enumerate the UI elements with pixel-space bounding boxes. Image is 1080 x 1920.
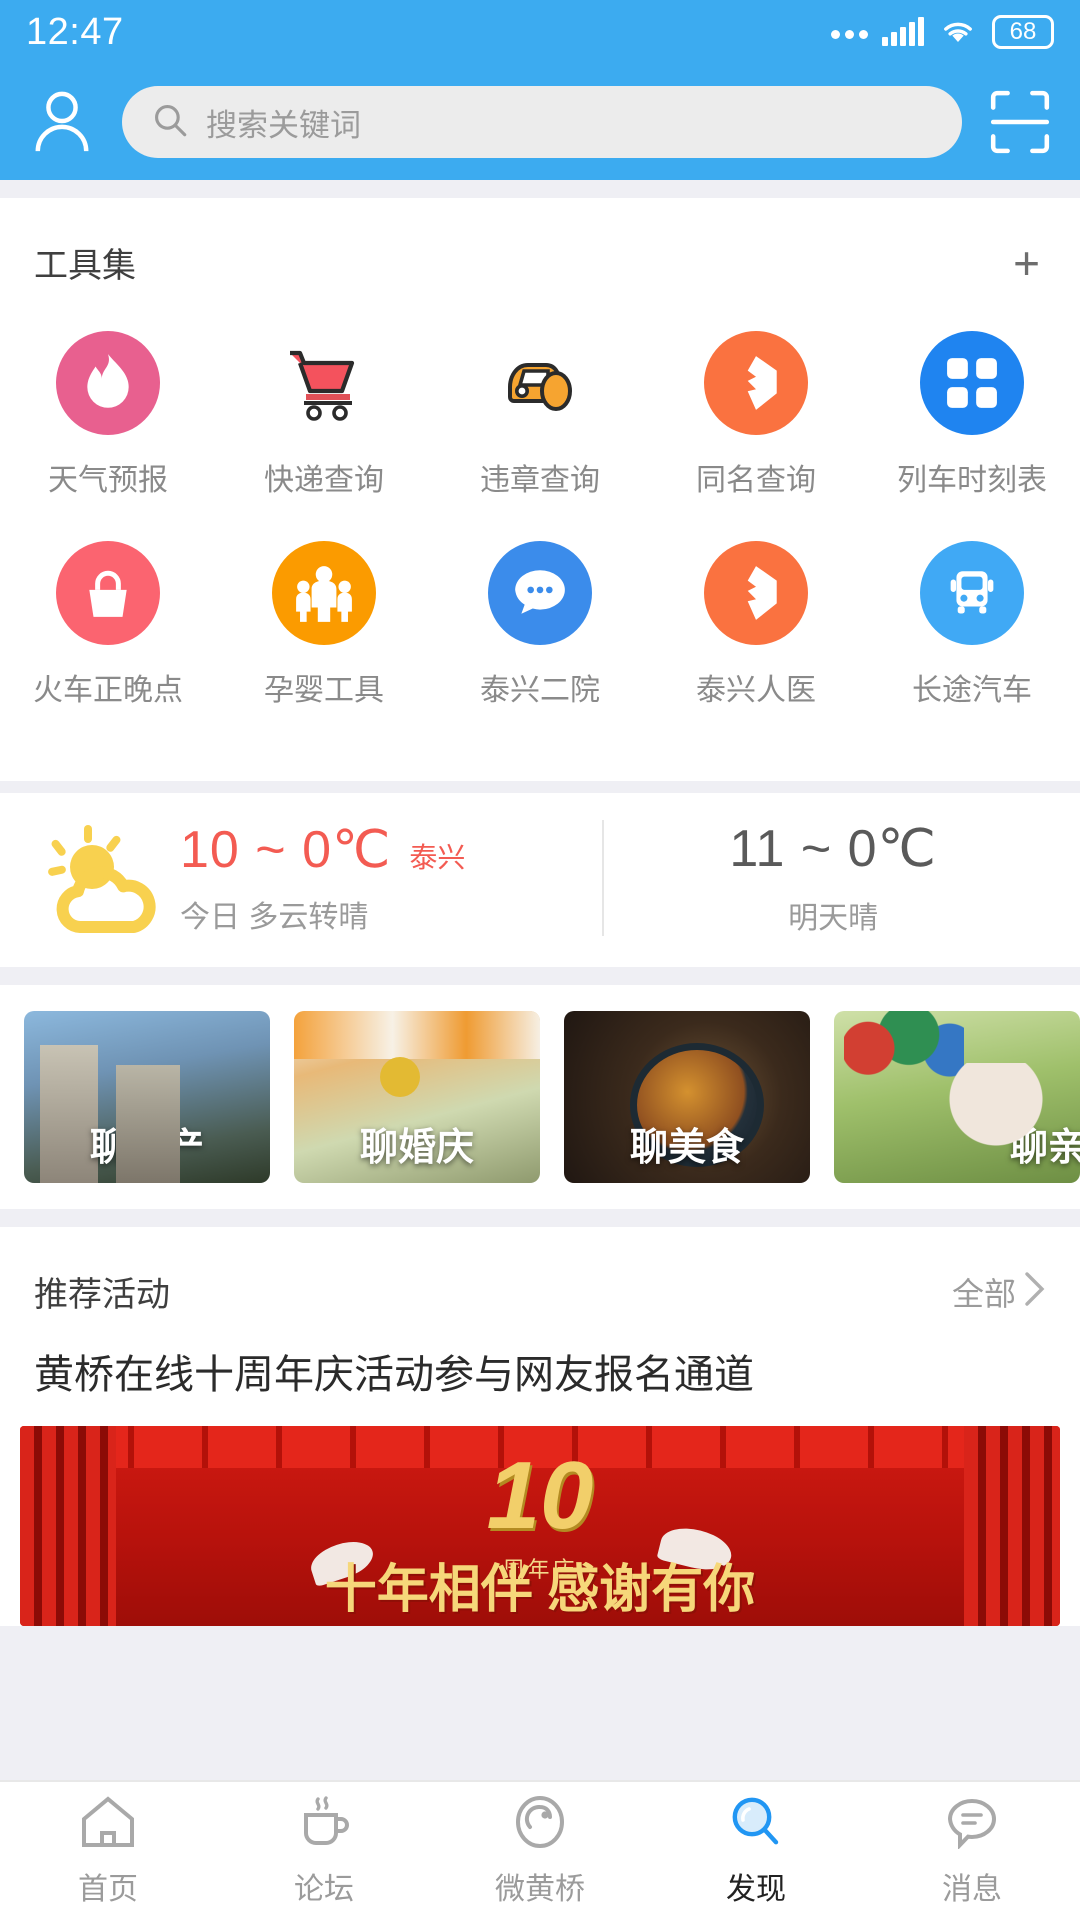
person-icon[interactable] <box>24 84 100 160</box>
grid-blocks-icon <box>920 331 1024 435</box>
tab-label: 发现 <box>726 1872 786 1906</box>
featured-activity-banner[interactable]: 10 周年庆 十年相伴 感谢有你 <box>20 1426 1060 1626</box>
tool-item-express[interactable]: 快递查询 <box>216 331 432 499</box>
toolset-header: 工具集 + <box>0 198 1080 305</box>
tool-item-train-schedule[interactable]: 列车时刻表 <box>864 331 1080 499</box>
scan-icon[interactable] <box>984 84 1056 160</box>
coffee-cup-icon <box>296 1795 352 1854</box>
bottom-tab-bar: 首页 论坛 微黄桥 发现 消息 <box>0 1780 1080 1920</box>
tab-label: 消息 <box>942 1872 1002 1906</box>
bolt-tag-icon <box>704 331 808 435</box>
cellular-signal-icon <box>882 17 924 46</box>
tool-item-weather[interactable]: 天气预报 <box>0 331 216 499</box>
circle-swirl-icon <box>512 1795 568 1854</box>
banner-headline: 十年相伴 感谢有你 <box>324 1561 756 1619</box>
banner-left-curtain-decor <box>20 1426 116 1626</box>
chat-card-strip[interactable]: 聊房产 聊婚庆 聊美食 聊亲 <box>0 985 1080 1209</box>
chat-card-label: 聊亲 <box>1009 1127 1080 1169</box>
status-indicators: 68 <box>831 15 1054 50</box>
chat-card-label: 聊美食 <box>629 1127 745 1169</box>
tool-item-train-delay[interactable]: 火车正晚点 <box>0 541 216 709</box>
chat-card[interactable]: 聊婚庆 <box>294 1011 540 1183</box>
tool-item-coach-bus[interactable]: 长途汽车 <box>864 541 1080 709</box>
section-divider <box>0 180 1080 198</box>
tool-label: 火车正晚点 <box>33 674 183 707</box>
search-input[interactable]: 搜索关键词 <box>122 86 962 158</box>
tab-label: 首页 <box>78 1872 138 1906</box>
banner-anniversary-number: 10 <box>486 1442 594 1549</box>
banner-right-curtain-decor <box>964 1426 1060 1626</box>
section-divider <box>0 967 1080 985</box>
tool-label: 天气预报 <box>48 464 168 497</box>
weather-tomorrow[interactable]: 11 ~ 0℃ 明天晴 <box>604 819 1062 937</box>
more-dots-icon <box>831 25 868 39</box>
status-time: 12:47 <box>26 10 124 53</box>
toolset-grid: 天气预报 快递查询 违章查询 同名查询 列车时刻表 火车正晚点 孕婴工具 泰兴二… <box>0 305 1080 781</box>
shopping-cart-icon <box>272 331 376 435</box>
tool-item-violation[interactable]: 违章查询 <box>432 331 648 499</box>
add-tool-button[interactable]: + <box>1013 240 1046 286</box>
featured-activity-title[interactable]: 黄桥在线十周年庆活动参与网友报名通道 <box>0 1334 1080 1426</box>
chat-card-label: 聊婚庆 <box>359 1127 475 1169</box>
tool-label: 孕婴工具 <box>264 674 384 707</box>
message-bubble-icon <box>944 1795 1000 1854</box>
battery-icon: 68 <box>992 15 1054 49</box>
tool-label: 列车时刻表 <box>897 464 1047 497</box>
search-icon <box>152 102 188 143</box>
tomorrow-temperature: 11 ~ 0℃ <box>729 820 937 878</box>
basket-icon <box>56 541 160 645</box>
tab-messages[interactable]: 消息 <box>864 1795 1080 1908</box>
tool-item-hospital-people[interactable]: 泰兴人医 <box>648 541 864 709</box>
tab-forum[interactable]: 论坛 <box>216 1795 432 1908</box>
chat-card[interactable]: 聊房产 <box>24 1011 270 1183</box>
tool-label: 快递查询 <box>264 464 384 497</box>
weather-city: 泰兴 <box>409 842 466 873</box>
chat-bubble-icon <box>488 541 592 645</box>
today-temperature: 10 ~ 0℃ <box>180 821 392 879</box>
tab-label: 微黄桥 <box>495 1872 585 1906</box>
activities-more-link[interactable]: 全部 <box>952 1269 1046 1315</box>
tab-weihuangqiao[interactable]: 微黄桥 <box>432 1795 648 1908</box>
tab-label: 论坛 <box>294 1872 354 1906</box>
section-divider <box>0 1209 1080 1227</box>
family-icon <box>272 541 376 645</box>
tool-label: 泰兴人医 <box>696 674 816 707</box>
tool-label: 同名查询 <box>696 464 816 497</box>
home-icon <box>80 1795 136 1854</box>
wifi-icon <box>938 15 978 50</box>
tool-item-maternity[interactable]: 孕婴工具 <box>216 541 432 709</box>
chat-card-label: 聊房产 <box>89 1127 205 1169</box>
weather-today[interactable]: 10 ~ 0℃ 泰兴 今日 多云转晴 <box>18 820 602 936</box>
section-divider <box>0 781 1080 793</box>
chevron-right-icon <box>1024 1272 1046 1311</box>
toolset-title: 工具集 <box>34 247 136 285</box>
activities-title: 推荐活动 <box>34 1276 170 1314</box>
tool-label: 长途汽车 <box>912 674 1032 707</box>
tool-label: 泰兴二院 <box>480 674 600 707</box>
bus-icon <box>920 541 1024 645</box>
chat-card[interactable]: 聊亲 <box>834 1011 1080 1183</box>
search-placeholder: 搜索关键词 <box>206 107 361 143</box>
tab-home[interactable]: 首页 <box>0 1795 216 1908</box>
activities-header: 推荐活动 全部 <box>0 1227 1080 1334</box>
flame-icon <box>56 331 160 435</box>
toolset-section: 工具集 + 天气预报 快递查询 违章查询 同名查询 列车时刻表 火车正晚点 孕婴… <box>0 198 1080 781</box>
tab-discover[interactable]: 发现 <box>648 1795 864 1908</box>
bolt-tag-icon <box>704 541 808 645</box>
status-bar: 12:47 68 <box>0 0 1080 64</box>
chat-card[interactable]: 聊美食 <box>564 1011 810 1183</box>
sun-cloud-icon <box>44 823 160 933</box>
magnifier-icon <box>728 1795 784 1854</box>
tool-item-hospital-2[interactable]: 泰兴二院 <box>432 541 648 709</box>
tool-item-samename[interactable]: 同名查询 <box>648 331 864 499</box>
activities-more-label: 全部 <box>951 1275 1016 1312</box>
tomorrow-condition: 明天晴 <box>788 902 879 935</box>
car-icon <box>488 331 592 435</box>
tool-label: 违章查询 <box>480 464 600 497</box>
activities-section: 推荐活动 全部 黄桥在线十周年庆活动参与网友报名通道 10 周年庆 十年相伴 感… <box>0 1227 1080 1626</box>
today-condition: 今日 多云转晴 <box>180 901 369 934</box>
weather-panel[interactable]: 10 ~ 0℃ 泰兴 今日 多云转晴 11 ~ 0℃ 明天晴 <box>0 793 1080 967</box>
app-header: 搜索关键词 <box>0 64 1080 180</box>
